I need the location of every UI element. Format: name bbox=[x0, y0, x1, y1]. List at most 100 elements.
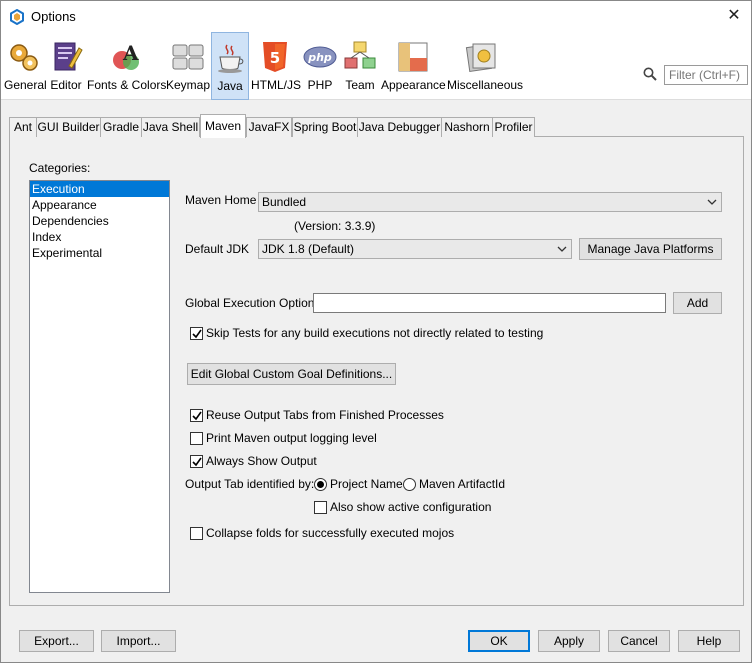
category-appearance[interactable]: Appearance bbox=[381, 32, 446, 100]
radio-selected-dot bbox=[317, 481, 324, 488]
category-label: Appearance bbox=[381, 78, 446, 92]
cancel-button[interactable]: Cancel bbox=[608, 630, 670, 652]
list-item-experimental[interactable]: Experimental bbox=[30, 245, 169, 261]
close-button[interactable]: ✕ bbox=[717, 1, 751, 31]
print-logging-checkbox[interactable] bbox=[190, 432, 203, 445]
svg-text:php: php bbox=[307, 51, 332, 64]
list-item-index[interactable]: Index bbox=[30, 229, 169, 245]
category-label: Team bbox=[345, 78, 375, 92]
checkmark-icon bbox=[192, 329, 202, 339]
title-bar: Options ✕ bbox=[1, 1, 751, 32]
category-label: Fonts & Colors bbox=[87, 78, 167, 92]
category-html-js[interactable]: 5 HTML/JS bbox=[251, 32, 302, 100]
filter-input[interactable] bbox=[664, 65, 748, 85]
gears-icon bbox=[10, 44, 38, 71]
netbeans-app-icon bbox=[10, 9, 24, 25]
miscellaneous-icon bbox=[465, 43, 496, 72]
also-show-config-checkbox[interactable] bbox=[314, 501, 327, 514]
category-label: Miscellaneous bbox=[447, 78, 524, 92]
category-label: Editor bbox=[50, 78, 82, 92]
skip-tests-checkbox[interactable] bbox=[190, 327, 203, 340]
category-team[interactable]: Team bbox=[341, 32, 379, 100]
always-show-output-checkbox[interactable] bbox=[190, 455, 203, 468]
categories-label: Categories: bbox=[29, 161, 91, 175]
default-jdk-label: Default JDK bbox=[185, 242, 250, 256]
categories-list[interactable]: Execution Appearance Dependencies Index … bbox=[29, 180, 170, 593]
tab-spring-boot[interactable]: Spring Boot bbox=[292, 117, 358, 137]
manage-java-platforms-button[interactable]: Manage Java Platforms bbox=[579, 238, 722, 260]
global-exec-options-input[interactable] bbox=[313, 293, 666, 313]
radio-maven-artifactid-label: Maven ArtifactId bbox=[419, 477, 506, 491]
appearance-icon bbox=[398, 42, 428, 72]
import-button[interactable]: Import... bbox=[101, 630, 176, 652]
apply-button[interactable]: Apply bbox=[538, 630, 600, 652]
maven-version-text: (Version: 3.3.9) bbox=[294, 219, 376, 233]
maven-home-combo[interactable]: Bundled bbox=[258, 192, 722, 212]
tab-maven[interactable]: Maven bbox=[200, 114, 246, 138]
radio-project-name[interactable] bbox=[314, 478, 327, 491]
category-label: HTML/JS bbox=[251, 78, 302, 92]
tab-java-shell[interactable]: Java Shell bbox=[141, 117, 200, 137]
chevron-down-icon bbox=[557, 246, 567, 252]
tab-gradle[interactable]: Gradle bbox=[100, 117, 142, 137]
category-editor[interactable]: Editor bbox=[47, 32, 85, 100]
java-cup-icon bbox=[218, 44, 244, 73]
tab-gui-builder[interactable]: GUI Builder bbox=[36, 117, 101, 137]
chevron-down-icon bbox=[707, 199, 717, 205]
category-label: Keymap bbox=[166, 78, 211, 92]
ok-button[interactable]: OK bbox=[468, 630, 530, 652]
list-item-execution[interactable]: Execution bbox=[30, 181, 169, 197]
export-button[interactable]: Export... bbox=[19, 630, 94, 652]
window-title: Options bbox=[31, 9, 76, 24]
tab-nashorn[interactable]: Nashorn bbox=[441, 117, 493, 137]
radio-maven-artifactid[interactable] bbox=[403, 478, 416, 491]
search-icon bbox=[643, 67, 657, 81]
options-dialog: Options ✕ General Editor A Fonts & Color… bbox=[0, 0, 752, 663]
maven-home-label: Maven Home : bbox=[185, 193, 264, 207]
also-show-config-label: Also show active configuration bbox=[330, 500, 492, 514]
always-show-output-label: Always Show Output bbox=[206, 454, 317, 468]
category-toolbar: General Editor A Fonts & Colors Keymap J… bbox=[1, 32, 751, 100]
category-label: Java bbox=[217, 79, 243, 93]
list-item-dependencies[interactable]: Dependencies bbox=[30, 213, 169, 229]
svg-text:A: A bbox=[122, 41, 139, 65]
team-icon bbox=[344, 41, 376, 69]
checkmark-icon bbox=[192, 457, 202, 467]
checkmark-icon bbox=[192, 411, 202, 421]
edit-global-goals-button[interactable]: Edit Global Custom Goal Definitions... bbox=[187, 363, 396, 385]
skip-tests-label: Skip Tests for any build executions not … bbox=[206, 326, 544, 340]
help-button[interactable]: Help bbox=[678, 630, 740, 652]
list-item-appearance[interactable]: Appearance bbox=[30, 197, 169, 213]
category-java[interactable]: Java bbox=[211, 32, 249, 100]
category-general[interactable]: General bbox=[4, 32, 47, 100]
collapse-folds-checkbox[interactable] bbox=[190, 527, 203, 540]
reuse-output-tabs-checkbox[interactable] bbox=[190, 409, 203, 422]
reuse-output-tabs-label: Reuse Output Tabs from Finished Processe… bbox=[206, 408, 444, 422]
tab-profiler[interactable]: Profiler bbox=[492, 117, 535, 137]
category-label: PHP bbox=[307, 78, 333, 92]
category-fonts-colors[interactable]: A Fonts & Colors bbox=[87, 32, 167, 100]
default-jdk-value: JDK 1.8 (Default) bbox=[262, 242, 355, 256]
category-label: General bbox=[4, 78, 47, 92]
html5-icon: 5 bbox=[263, 42, 287, 72]
default-jdk-combo[interactable]: JDK 1.8 (Default) bbox=[258, 239, 572, 259]
category-php[interactable]: php PHP bbox=[301, 32, 339, 100]
print-logging-label: Print Maven output logging level bbox=[206, 431, 377, 445]
global-exec-options-label: Global Execution Options: bbox=[185, 296, 324, 310]
svg-text:5: 5 bbox=[270, 49, 280, 67]
output-tab-identified-label: Output Tab identified by: bbox=[185, 477, 315, 491]
maven-home-value: Bundled bbox=[262, 195, 307, 209]
add-button[interactable]: Add bbox=[673, 292, 722, 314]
tab-ant[interactable]: Ant bbox=[9, 117, 37, 137]
radio-project-name-label: Project Name bbox=[330, 477, 403, 491]
close-icon: ✕ bbox=[727, 7, 741, 24]
category-miscellaneous[interactable]: Miscellaneous bbox=[447, 32, 524, 100]
category-keymap[interactable]: Keymap bbox=[166, 32, 210, 100]
keyboard-icon bbox=[172, 44, 204, 70]
fonts-colors-icon: A bbox=[112, 41, 139, 70]
tab-javafx[interactable]: JavaFX bbox=[246, 117, 292, 137]
php-icon: php bbox=[303, 46, 337, 68]
editor-icon bbox=[54, 42, 83, 71]
collapse-folds-label: Collapse folds for successfully executed… bbox=[206, 526, 455, 540]
tab-java-debugger[interactable]: Java Debugger bbox=[357, 117, 442, 137]
